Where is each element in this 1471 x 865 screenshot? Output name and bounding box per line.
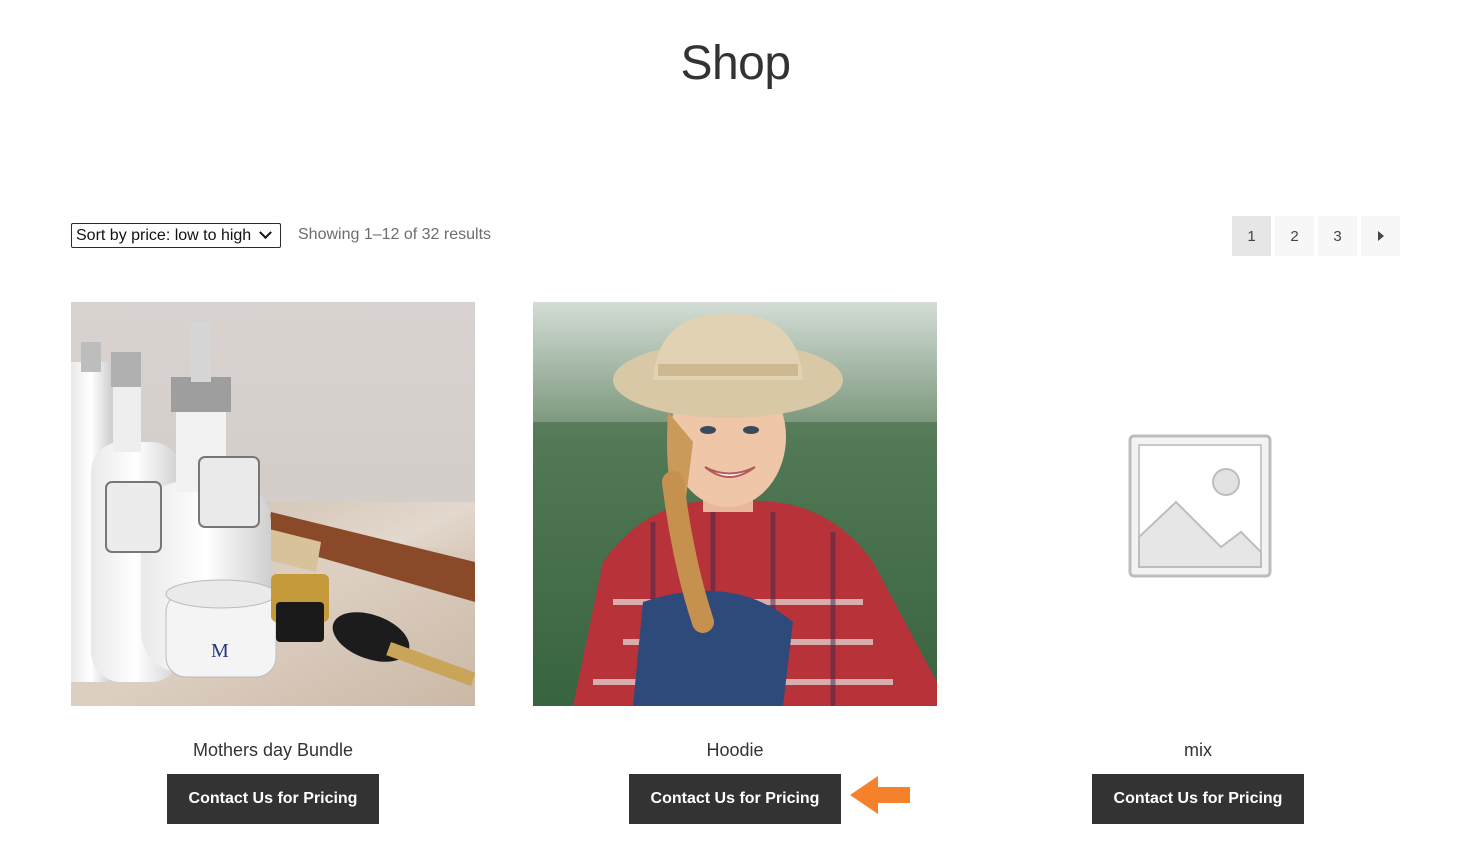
product-image-woman[interactable] (533, 302, 937, 706)
product-name[interactable]: mix (996, 738, 1400, 762)
annotation-arrow-icon (850, 776, 910, 814)
next-arrow-icon (1377, 231, 1384, 241)
pagination: 1 2 3 (1232, 216, 1400, 256)
sort-select[interactable]: Sort by price: low to high (71, 223, 281, 248)
chevron-down-icon (259, 226, 272, 240)
product-card: mix Contact Us for Pricing (996, 302, 1400, 824)
page-2-button[interactable]: 2 (1275, 216, 1314, 256)
product-image-placeholder[interactable] (996, 302, 1400, 706)
result-count: Showing 1–12 of 32 results (298, 226, 492, 243)
next-page-button[interactable] (1361, 216, 1400, 256)
contact-pricing-button[interactable]: Contact Us for Pricing (1092, 774, 1304, 824)
product-name[interactable]: Hoodie (533, 738, 937, 762)
product-card: M Mothers day Bundle Contact Us for Pric… (71, 302, 475, 824)
page-title: Shop (680, 37, 791, 90)
product-image-cosmetics[interactable]: M (71, 302, 475, 706)
contact-pricing-button[interactable]: Contact Us for Pricing (167, 774, 379, 824)
shop-toolbar: Sort by price: low to high Showing 1–12 … (71, 216, 1400, 256)
page-3-button[interactable]: 3 (1318, 216, 1357, 256)
placeholder-image-icon (1128, 434, 1272, 578)
sort-select-value: Sort by price: low to high (76, 226, 252, 244)
product-card: Hoodie Contact Us for Pricing (533, 302, 937, 824)
product-name[interactable]: Mothers day Bundle (71, 738, 475, 762)
page-1-button[interactable]: 1 (1232, 216, 1271, 256)
contact-pricing-button[interactable]: Contact Us for Pricing (629, 774, 841, 824)
svg-text:M: M (211, 640, 229, 662)
